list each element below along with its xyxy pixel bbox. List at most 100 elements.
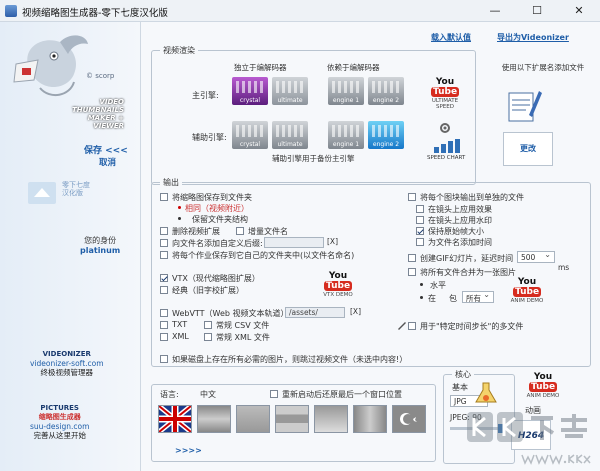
dependent-label: 依赖于编解码器	[327, 63, 380, 72]
flag-turkey[interactable]	[392, 405, 426, 433]
txt-label: TXT	[172, 320, 188, 329]
core-legend: 核心	[452, 369, 474, 380]
aux-engine-2[interactable]: engine 2	[368, 121, 404, 149]
main-panel: 载入默认值 导出为Videonizer 视频渲染 独立于编解码器 依赖于编解码器…	[140, 22, 600, 471]
opt-keep-label: 保留文件夹结构	[192, 215, 248, 224]
minimize-button[interactable]: —	[474, 0, 516, 22]
aux-note: 辅助引擎用于备份主引擎	[272, 154, 355, 163]
suffix-input[interactable]	[264, 237, 324, 248]
close-button[interactable]: ✕	[558, 0, 600, 22]
separate-files-checkbox[interactable]	[408, 193, 416, 201]
merge-pkg-label: 包	[449, 294, 457, 303]
cancel-button[interactable]: 取消	[99, 156, 116, 168]
xml-label: XML	[172, 332, 189, 341]
restart-restore-label: 重新启动后还原最后一个窗口位置	[282, 390, 402, 399]
vtx-modern-checkbox[interactable]	[160, 274, 168, 282]
flag-4[interactable]	[275, 405, 309, 433]
csv-checkbox[interactable]	[204, 321, 212, 329]
flag-5[interactable]	[314, 405, 348, 433]
add-name-checkbox[interactable]	[236, 227, 244, 235]
r-opt2-checkbox[interactable]	[416, 216, 424, 224]
maximize-button[interactable]: ☐	[516, 0, 558, 22]
aux-engine-crystal[interactable]: crystal	[232, 121, 268, 149]
xml-checkbox[interactable]	[160, 333, 168, 341]
language-value: 中文	[200, 390, 216, 399]
window-title: 视频缩略图生成器-零下七度汉化版	[22, 8, 168, 19]
xml2-checkbox[interactable]	[204, 333, 212, 341]
merge-label: 将所有文件合并为一张图片	[420, 268, 516, 277]
language-group: 语言: 中文 重新启动后还原最后一个窗口位置 >>>>	[151, 384, 436, 462]
credit-videonizer[interactable]: VIDEONIZER videonizer-soft.com 终极视频管理器	[30, 350, 104, 377]
quality-slider[interactable]	[450, 424, 506, 433]
vtx-demo-logo[interactable]: YouTube VTX DEMO	[317, 271, 359, 298]
output-group: 输出 将缩略图保存到文件夹 相同（视频附近） 保留文件夹结构 删除视频扩展 增量…	[151, 177, 591, 367]
profile: 您的身份 platinum	[80, 235, 120, 255]
radio-keep[interactable]	[178, 217, 181, 220]
webvtt-clear-button[interactable]: [X]	[350, 307, 361, 316]
vtx-classic-checkbox[interactable]	[160, 286, 168, 294]
credit-suu-design[interactable]: PICTURES 缩略图生成器 suu-design.com 完善从这里开始	[30, 404, 89, 440]
aux-engine-1[interactable]: engine 1	[328, 121, 364, 149]
youtube-speed-logo: YouTube ULTIMATE SPEED	[430, 77, 460, 110]
speed-chart-icon	[432, 139, 460, 153]
webvtt-path-input[interactable]: /assets/	[285, 307, 345, 318]
add-suffix-checkbox[interactable]	[160, 239, 168, 247]
r-opt4-checkbox[interactable]	[416, 238, 424, 246]
flag-uk[interactable]	[157, 404, 193, 434]
core-demo-logo[interactable]: YouTube ANIM DEMO	[523, 372, 563, 399]
language-label: 语言:	[160, 390, 179, 399]
scorp-credit: © scorp	[86, 72, 115, 80]
anim-demo-logo[interactable]: YouTube ANIM DEMO	[504, 277, 550, 304]
gear-icon	[440, 123, 450, 133]
jpeg-quality-label: JPEG: 90	[450, 413, 482, 422]
skip-existing-label: 如果磁盘上存在所有必需的图片，则跳过视频文件（未选中内容!）	[172, 355, 408, 364]
render-group: 视频渲染 独立于编解码器 依赖于编解码器 主引擎: 辅助引擎: crystal …	[151, 45, 476, 185]
csv-label: 常规 CSV 文件	[216, 321, 270, 330]
export-videonizer-link[interactable]: 导出为Videonizer	[497, 32, 569, 43]
update-extensions-button[interactable]: 更改	[503, 132, 553, 166]
delete-ext-checkbox[interactable]	[160, 227, 168, 235]
main-engine-crystal[interactable]: crystal	[232, 77, 268, 105]
main-engine-ultimate[interactable]: ultimate	[272, 77, 308, 105]
separate-files-label: 将每个图块输出到单独的文件	[420, 193, 524, 202]
txt-checkbox[interactable]	[160, 321, 168, 329]
flag-3[interactable]	[236, 405, 270, 433]
product-logo-text: VIDEO THUMBNAILS MAKER + VIEWER	[71, 98, 124, 130]
restart-restore-checkbox[interactable]	[270, 390, 278, 398]
save-sub-checkbox[interactable]	[160, 251, 168, 259]
merge-horizontal-radio[interactable]	[420, 283, 423, 286]
flag-6[interactable]	[353, 405, 387, 433]
main-engine-2[interactable]: engine 2	[368, 77, 404, 105]
xml2-label: 常规 XML 文件	[216, 333, 270, 342]
gif-checkbox[interactable]	[408, 254, 416, 262]
skip-existing-checkbox[interactable]	[160, 355, 168, 363]
delete-ext-label: 删除视频扩展	[172, 227, 220, 236]
load-defaults-link[interactable]: 载入默认值	[431, 32, 471, 43]
merge-checkbox[interactable]	[408, 268, 416, 276]
special-step-checkbox[interactable]	[408, 322, 416, 330]
h264-badge[interactable]: H264	[511, 420, 551, 450]
flag-2[interactable]	[197, 405, 231, 433]
webvtt-checkbox[interactable]	[160, 309, 168, 317]
merge-in-radio[interactable]	[420, 296, 423, 299]
ext-text: 使用以下扩展名添加文件	[501, 63, 585, 72]
save-button[interactable]: 保存 <<<	[84, 143, 128, 156]
radio-same[interactable]	[178, 206, 181, 209]
r-opt1-checkbox[interactable]	[416, 205, 424, 213]
app-icon	[5, 5, 17, 17]
speed-chart-label: SPEED CHART	[427, 155, 466, 161]
merge-select[interactable]: 所有	[462, 290, 494, 303]
gif-unit: ms	[558, 263, 570, 272]
aux-engine-ultimate[interactable]: ultimate	[272, 121, 308, 149]
title-bar: 视频缩略图生成器-零下七度汉化版 — ☐ ✕	[0, 0, 600, 22]
save-to-folder-checkbox[interactable]	[160, 193, 168, 201]
more-languages-link[interactable]: >>>>	[175, 446, 202, 455]
pen-icon	[398, 322, 406, 330]
gif-delay-select[interactable]: 500	[517, 250, 555, 263]
main-engine-1[interactable]: engine 1	[328, 77, 364, 105]
profile-value: platinum	[80, 246, 121, 255]
r-opt3-checkbox[interactable]	[416, 227, 424, 235]
merge-horizontal-label: 水平	[430, 281, 446, 290]
suffix-clear-button[interactable]: [X]	[327, 237, 338, 246]
add-suffix-label: 向文件名添加自定义后缀:	[172, 239, 263, 248]
